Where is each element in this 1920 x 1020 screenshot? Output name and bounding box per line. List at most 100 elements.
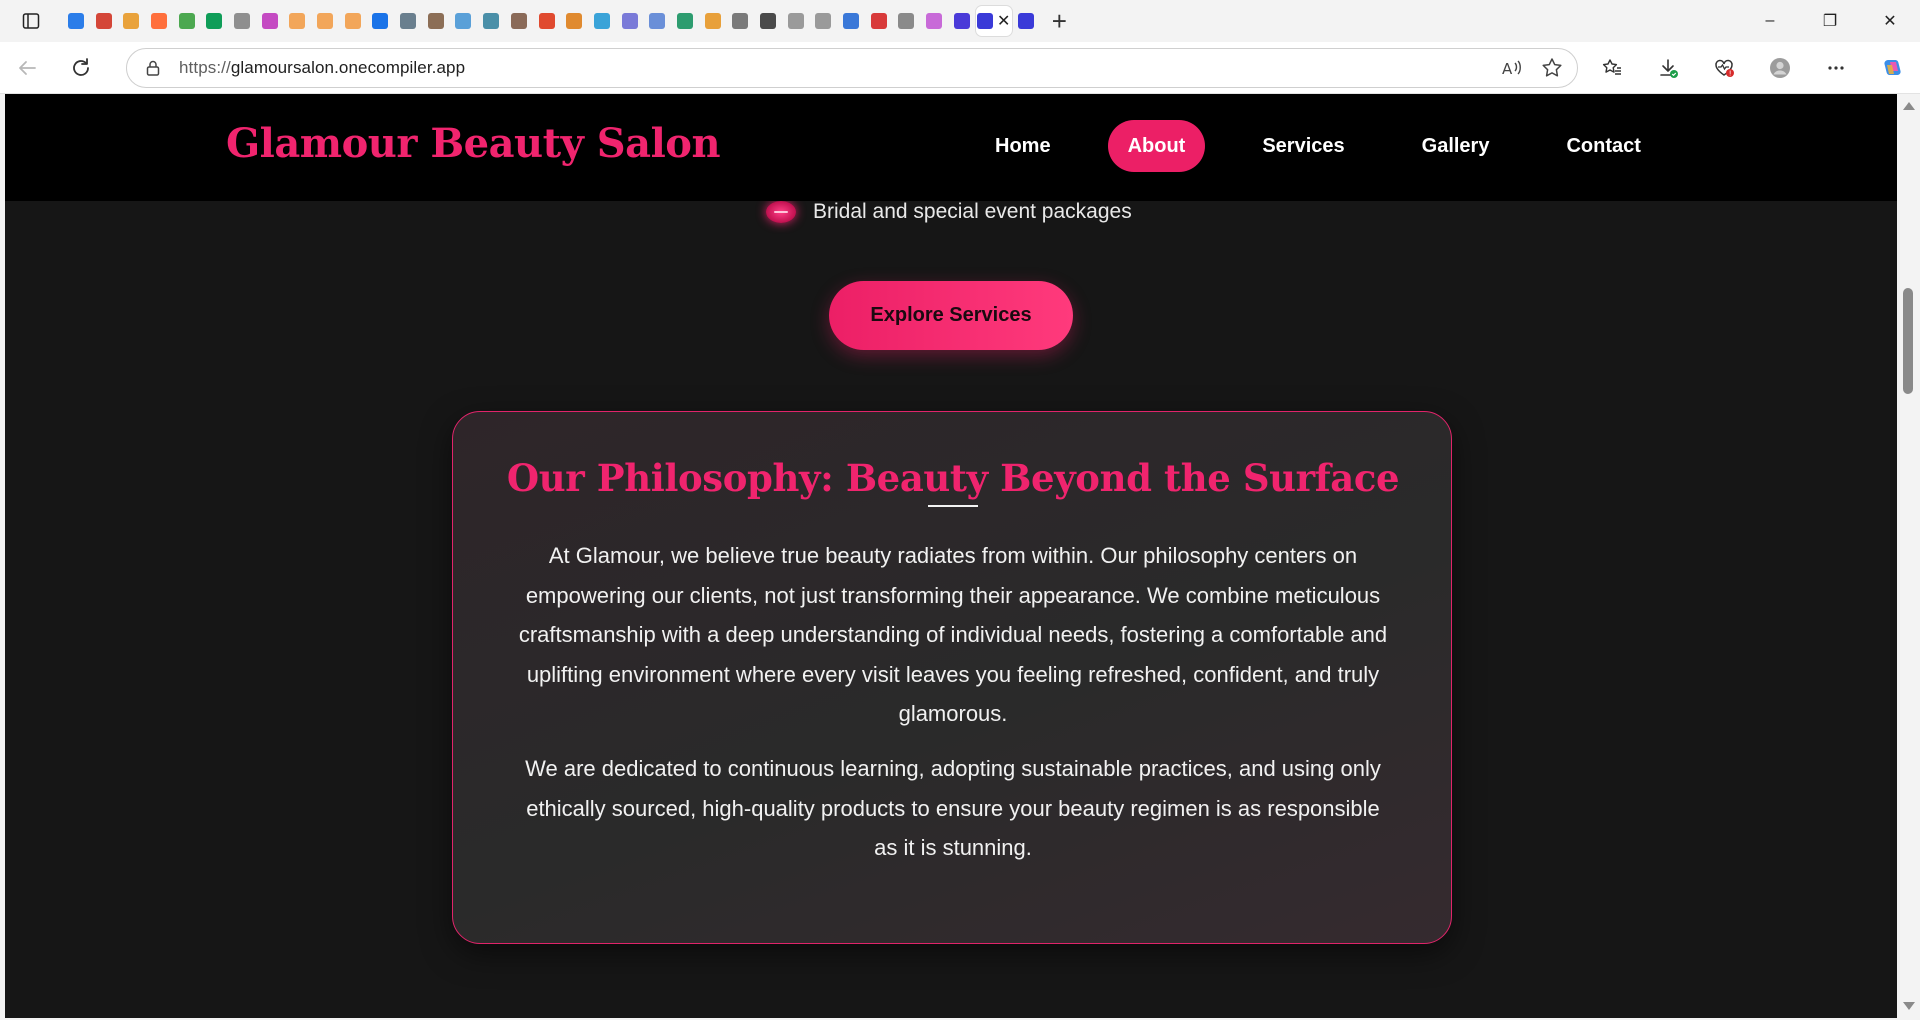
more-options-button[interactable] xyxy=(1808,42,1864,94)
main-nav: Home About Services Gallery Contact xyxy=(975,120,1698,172)
tab-favicon-icon xyxy=(870,13,887,29)
browser-tab[interactable] xyxy=(865,6,893,36)
scroll-thumb[interactable] xyxy=(1903,288,1913,394)
read-aloud-icon[interactable]: A xyxy=(1501,57,1523,79)
url-host: glamoursalon.onecompiler.app xyxy=(230,58,466,77)
nav-link-about[interactable]: About xyxy=(1107,120,1206,172)
browser-tab[interactable] xyxy=(560,6,588,36)
site-info-lock-icon[interactable] xyxy=(127,59,179,77)
favorites-list-icon xyxy=(1602,59,1621,75)
browser-tab[interactable] xyxy=(754,6,782,36)
tab-favicon-icon xyxy=(455,13,472,29)
close-tab-icon[interactable]: ✕ xyxy=(997,11,1010,31)
browser-tab[interactable] xyxy=(145,6,173,36)
tab-favicon-icon xyxy=(233,13,250,29)
browser-tab[interactable] xyxy=(90,6,118,36)
nav-link-services[interactable]: Services xyxy=(1242,120,1364,172)
tab-favicon-icon xyxy=(510,13,527,29)
browser-tab[interactable] xyxy=(256,6,284,36)
tab-favicon-icon xyxy=(566,13,583,29)
close-window-button[interactable]: ✕ xyxy=(1860,0,1920,42)
tab-favicon-icon xyxy=(95,13,112,29)
browser-tab[interactable] xyxy=(588,6,616,36)
browser-tab[interactable] xyxy=(948,6,976,36)
browser-tab[interactable] xyxy=(200,6,228,36)
scroll-up-arrow[interactable] xyxy=(1903,102,1915,110)
browser-tab[interactable] xyxy=(450,6,478,36)
browser-tab[interactable] xyxy=(505,6,533,36)
browser-tab[interactable] xyxy=(62,6,90,36)
minimize-button[interactable]: – xyxy=(1740,0,1800,42)
browser-tab[interactable] xyxy=(1012,6,1040,36)
url-text[interactable]: https://glamoursalon.onecompiler.app xyxy=(179,58,465,78)
browser-tab[interactable] xyxy=(422,6,450,36)
profile-avatar-icon xyxy=(1770,58,1790,78)
scroll-down-arrow[interactable] xyxy=(1903,1002,1915,1010)
tab-favicon-icon xyxy=(815,13,832,29)
profile-button[interactable] xyxy=(1752,42,1808,94)
browser-tab[interactable] xyxy=(699,6,727,36)
favorites-button[interactable] xyxy=(1584,42,1640,94)
code-favicon-icon xyxy=(976,13,993,29)
back-button[interactable] xyxy=(0,42,54,94)
browser-tab[interactable] xyxy=(920,6,948,36)
tab-favicon-icon xyxy=(953,13,970,29)
reload-icon xyxy=(73,57,89,76)
nav-link-home[interactable]: Home xyxy=(975,120,1071,172)
tab-actions-icon xyxy=(22,13,40,29)
url-scheme: https:// xyxy=(179,58,231,77)
svg-text:A: A xyxy=(1502,60,1513,78)
philosophy-card: Our Philosophy: Beauty Beyond the Surfac… xyxy=(452,411,1452,944)
browser-tab[interactable] xyxy=(173,6,201,36)
tab-favicon-icon xyxy=(843,13,860,29)
tab-actions-button[interactable] xyxy=(0,0,62,42)
new-tab-button[interactable]: + xyxy=(1039,0,1079,42)
site-logo[interactable]: Glamour Beauty Salon xyxy=(226,120,721,167)
browser-tab[interactable] xyxy=(394,6,422,36)
feature-text: Bridal and special event packages xyxy=(813,200,1132,223)
restore-button[interactable]: ❐ xyxy=(1800,0,1860,42)
browser-tab[interactable] xyxy=(893,6,921,36)
browser-tab[interactable] xyxy=(117,6,145,36)
performance-button[interactable]: ! xyxy=(1696,42,1752,94)
nav-link-contact[interactable]: Contact xyxy=(1546,120,1660,172)
browser-tab[interactable] xyxy=(367,6,395,36)
tab-favicon-icon xyxy=(538,13,555,29)
ellipsis-icon xyxy=(1828,66,1844,70)
reload-button[interactable] xyxy=(54,42,108,94)
browser-tab[interactable] xyxy=(782,6,810,36)
favorite-star-icon[interactable] xyxy=(1541,57,1563,79)
browser-tab[interactable] xyxy=(477,6,505,36)
feature-list-item: Bridal and special event packages xyxy=(766,200,1132,224)
nav-link-gallery[interactable]: Gallery xyxy=(1402,120,1510,172)
browser-tab[interactable] xyxy=(284,6,312,36)
site-header: Glamour Beauty Salon Home About Services Ga… xyxy=(5,94,1897,201)
tab-favicon-icon xyxy=(261,13,278,29)
tab-favicon-icon xyxy=(704,13,721,29)
downloads-button[interactable] xyxy=(1640,42,1696,94)
tab-favicon-icon xyxy=(621,13,638,29)
browser-tab[interactable] xyxy=(727,6,755,36)
browser-tab[interactable] xyxy=(616,6,644,36)
browser-tab[interactable] xyxy=(671,6,699,36)
svg-text:!: ! xyxy=(1729,70,1732,78)
browser-tab[interactable] xyxy=(837,6,865,36)
browser-tab[interactable] xyxy=(643,6,671,36)
omnibox[interactable]: https://glamoursalon.onecompiler.app A xyxy=(126,48,1578,88)
tab-favicon-icon xyxy=(123,13,140,29)
browser-tab[interactable] xyxy=(311,6,339,36)
vertical-scrollbar[interactable] xyxy=(1897,94,1920,1018)
browser-tab[interactable] xyxy=(339,6,367,36)
explore-services-button[interactable]: Explore Services xyxy=(829,281,1073,350)
tab-favicon-icon xyxy=(593,13,610,29)
tab-favicon-icon xyxy=(483,13,500,29)
browser-tab[interactable] xyxy=(533,6,561,36)
lips-icon xyxy=(766,201,796,223)
tab-favicon-icon xyxy=(732,13,749,29)
browser-tab[interactable] xyxy=(810,6,838,36)
copilot-button[interactable] xyxy=(1864,42,1920,94)
browser-tab[interactable] xyxy=(228,6,256,36)
address-bar-row: https://glamoursalon.onecompiler.app A ! xyxy=(0,42,1920,94)
window-controls: – ❐ ✕ xyxy=(1740,0,1920,42)
active-browser-tab[interactable]: ✕ xyxy=(975,6,1012,36)
